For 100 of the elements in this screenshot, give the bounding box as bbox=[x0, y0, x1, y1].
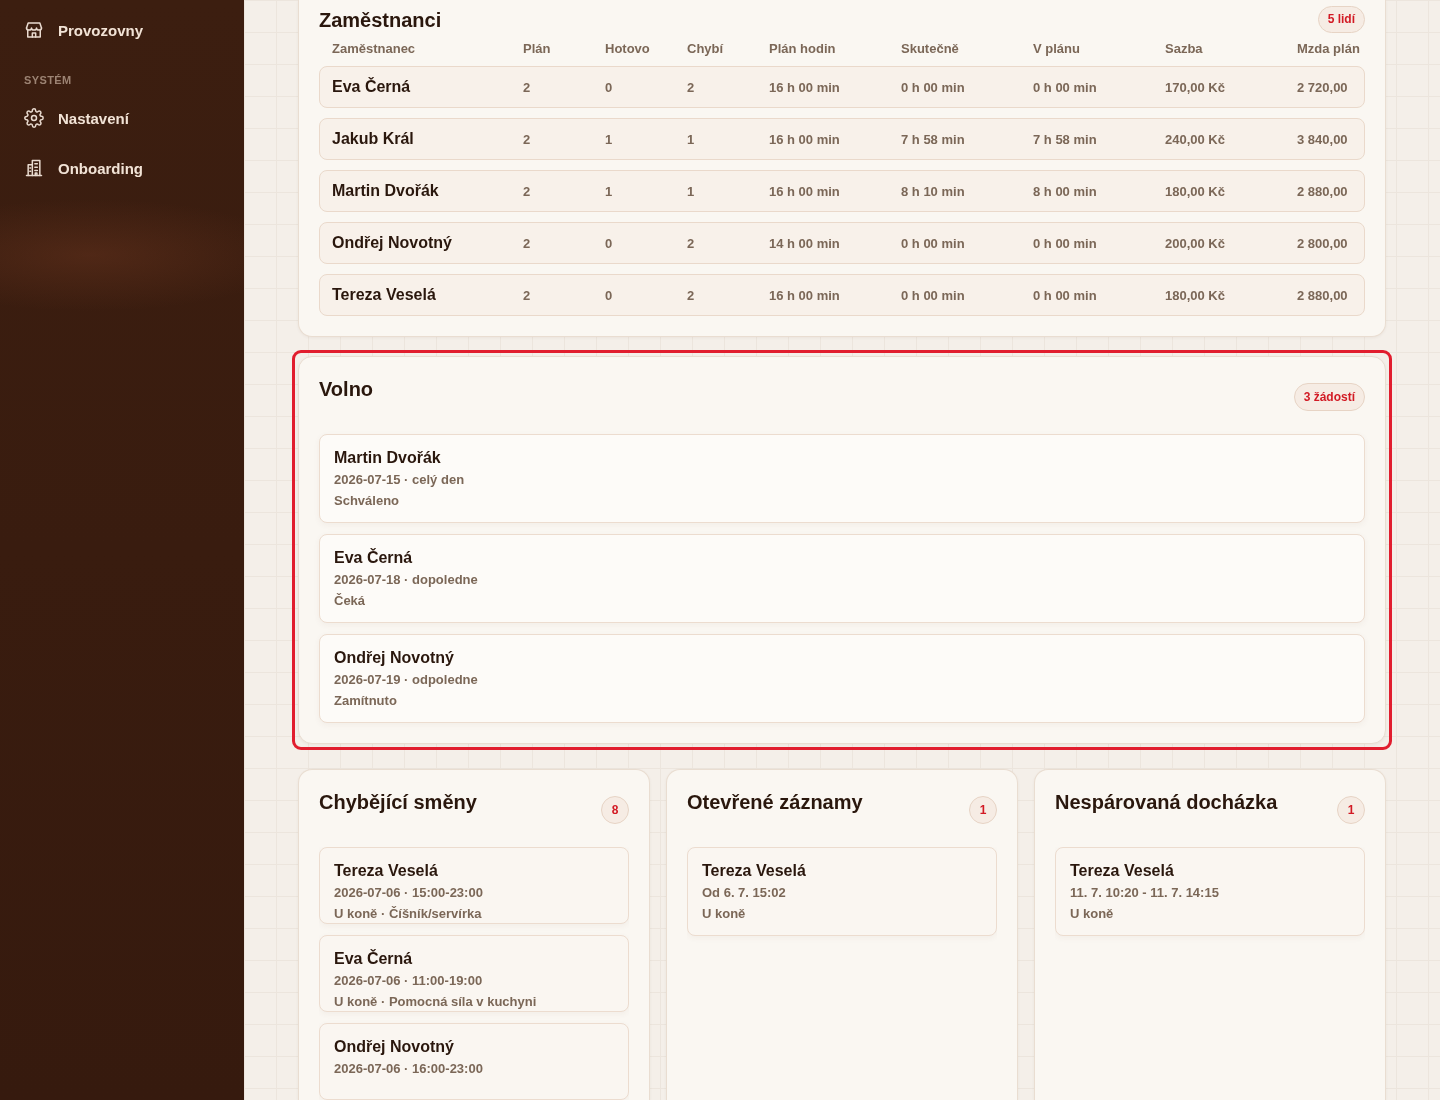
list-card[interactable]: Eva Černá 2026-07-18 · dopoledne Čeká bbox=[319, 534, 1365, 623]
column-header: Sazba bbox=[1165, 41, 1203, 57]
person-name: Ondřej Novotný bbox=[334, 1037, 454, 1057]
table-cell: 14 h 00 min bbox=[769, 235, 840, 251]
list-card[interactable]: Tereza Veselá 2026-07-06 · 15:00-23:00 U koně · Číšník/servírka bbox=[319, 847, 629, 924]
table-cell: 8 h 00 min bbox=[1033, 183, 1097, 199]
table-cell: 16 h 00 min bbox=[769, 131, 840, 147]
card-title: Nespárovaná docházka bbox=[1055, 790, 1278, 814]
table-cell: 0 h 00 min bbox=[901, 235, 965, 251]
table-cell: 1 bbox=[687, 131, 695, 147]
list-card[interactable]: Tereza Veselá 11. 7. 10:20 - 11. 7. 14:15 U koně bbox=[1055, 847, 1365, 936]
column-header: Mzda plán bbox=[1297, 41, 1360, 57]
table-cell: 2 bbox=[687, 287, 695, 303]
status-text: Čeká bbox=[334, 592, 366, 610]
table-cell: 180,00 Kč bbox=[1165, 183, 1225, 199]
table-cell: 2 bbox=[523, 79, 531, 95]
table-cell: 1 bbox=[687, 183, 695, 199]
table-cell: 0 bbox=[605, 79, 613, 95]
list-card[interactable]: Tereza Veselá Od 6. 7. 15:02 U koně bbox=[687, 847, 997, 936]
table-cell: 200,00 Kč bbox=[1165, 235, 1225, 251]
table-cell: 2 bbox=[523, 287, 531, 303]
table-cell: 7 h 58 min bbox=[1033, 131, 1097, 147]
detail-text: U koně bbox=[702, 905, 746, 923]
table-cell: 16 h 00 min bbox=[769, 79, 840, 95]
table-cell: 2 bbox=[523, 131, 531, 147]
section-heading: SYSTÉM bbox=[24, 73, 72, 87]
building-icon bbox=[24, 158, 44, 178]
status-text: Zamítnuto bbox=[334, 692, 397, 710]
column-header: Hotovo bbox=[605, 41, 650, 57]
sidebar-item[interactable]: Onboarding bbox=[24, 148, 143, 188]
person-name: Tereza Veselá bbox=[702, 861, 806, 881]
detail-text: U koně · Číšník/servírka bbox=[334, 905, 482, 923]
table-cell: 2 800,00 bbox=[1297, 235, 1348, 251]
list-card[interactable]: Eva Černá 2026-07-06 · 11:00-19:00 U koně · Pomocná síla v kuchyni bbox=[319, 935, 629, 1012]
date-time-text: 2026-07-15 · celý den bbox=[334, 471, 465, 489]
table-cell: 0 bbox=[605, 235, 613, 251]
employee-name: Eva Černá bbox=[332, 78, 411, 96]
table-cell: 0 h 00 min bbox=[901, 79, 965, 95]
card-title: Volno bbox=[319, 377, 374, 401]
sidebar-item[interactable]: Nastavení bbox=[24, 98, 129, 138]
table-cell: 1 bbox=[605, 131, 613, 147]
count-badge: 8 bbox=[601, 796, 629, 824]
date-time-text: 2026-07-06 · 16:00-23:00 bbox=[334, 1060, 483, 1078]
table-cell: 0 h 00 min bbox=[901, 287, 965, 303]
table-cell: 0 h 00 min bbox=[1033, 235, 1097, 251]
table-cell: 16 h 00 min bbox=[769, 287, 840, 303]
count-badge: 1 bbox=[969, 796, 997, 824]
column-header: V plánu bbox=[1033, 41, 1080, 57]
gear-icon bbox=[24, 108, 44, 128]
date-time-text: 2026-07-19 · odpoledne bbox=[334, 671, 478, 689]
detail-text: U koně · Pomocná síla v kuchyni bbox=[334, 993, 537, 1011]
employee-name: Ondřej Novotný bbox=[332, 234, 452, 252]
card-title: Zaměstnanci bbox=[319, 7, 442, 32]
person-name: Tereza Veselá bbox=[334, 861, 438, 881]
table-cell: 180,00 Kč bbox=[1165, 287, 1225, 303]
table-cell: 2 880,00 bbox=[1297, 183, 1348, 199]
table-cell: 0 h 00 min bbox=[1033, 287, 1097, 303]
table-cell: 2 bbox=[523, 183, 531, 199]
date-time-text: 2026-07-06 · 11:00-19:00 bbox=[334, 972, 483, 990]
date-time-text: 2026-07-06 · 15:00-23:00 bbox=[334, 884, 483, 902]
table-cell: 3 840,00 bbox=[1297, 131, 1348, 147]
column-header: Plán hodin bbox=[769, 41, 836, 57]
table-cell: 0 bbox=[605, 287, 613, 303]
count-badge: 1 bbox=[1337, 796, 1365, 824]
date-time-text: 2026-07-18 · dopoledne bbox=[334, 571, 478, 589]
person-name: Eva Černá bbox=[334, 949, 413, 969]
detail-text: U koně bbox=[1070, 905, 1114, 923]
table-cell: 2 bbox=[523, 235, 531, 251]
column-header: Plán bbox=[523, 41, 551, 57]
list-card[interactable]: Ondřej Novotný 2026-07-06 · 16:00-23:00 bbox=[319, 1023, 629, 1100]
person-name: Ondřej Novotný bbox=[334, 648, 454, 668]
count-badge: 5 lidí bbox=[1317, 6, 1365, 33]
status-text: Schváleno bbox=[334, 492, 400, 510]
person-name: Martin Dvořák bbox=[334, 448, 441, 468]
table-cell: 2 880,00 bbox=[1297, 287, 1348, 303]
employee-name: Martin Dvořák bbox=[332, 182, 439, 200]
table-cell: 1 bbox=[605, 183, 613, 199]
sidebar-item[interactable]: Provozovny bbox=[24, 10, 144, 50]
table-cell: 7 h 58 min bbox=[901, 131, 965, 147]
list-card[interactable]: Ondřej Novotný 2026-07-19 · odpoledne Zamítnuto bbox=[319, 634, 1365, 723]
employee-name: Tereza Veselá bbox=[332, 286, 436, 304]
table-cell: 2 bbox=[687, 235, 695, 251]
table-cell: 240,00 Kč bbox=[1165, 131, 1225, 147]
table-cell: 8 h 10 min bbox=[901, 183, 965, 199]
employee-name: Jakub Král bbox=[332, 130, 414, 148]
card-title: Otevřené záznamy bbox=[687, 790, 863, 814]
count-badge: 3 žádostí bbox=[1293, 383, 1365, 411]
table-cell: 0 h 00 min bbox=[1033, 79, 1097, 95]
table-cell: 2 720,00 bbox=[1297, 79, 1348, 95]
column-header: Skutečně bbox=[901, 41, 959, 57]
person-name: Tereza Veselá bbox=[1070, 861, 1174, 881]
table-cell: 16 h 00 min bbox=[769, 183, 840, 199]
card-title: Chybějící směny bbox=[319, 790, 477, 814]
column-header: Zaměstnanec bbox=[332, 41, 416, 57]
date-time-text: Od 6. 7. 15:02 bbox=[702, 884, 786, 902]
store-icon bbox=[24, 20, 44, 40]
date-time-text: 11. 7. 10:20 - 11. 7. 14:15 bbox=[1070, 884, 1219, 902]
table-cell: 170,00 Kč bbox=[1165, 79, 1225, 95]
column-header: Chybí bbox=[687, 41, 724, 57]
list-card[interactable]: Martin Dvořák 2026-07-15 · celý den Schváleno bbox=[319, 434, 1365, 523]
